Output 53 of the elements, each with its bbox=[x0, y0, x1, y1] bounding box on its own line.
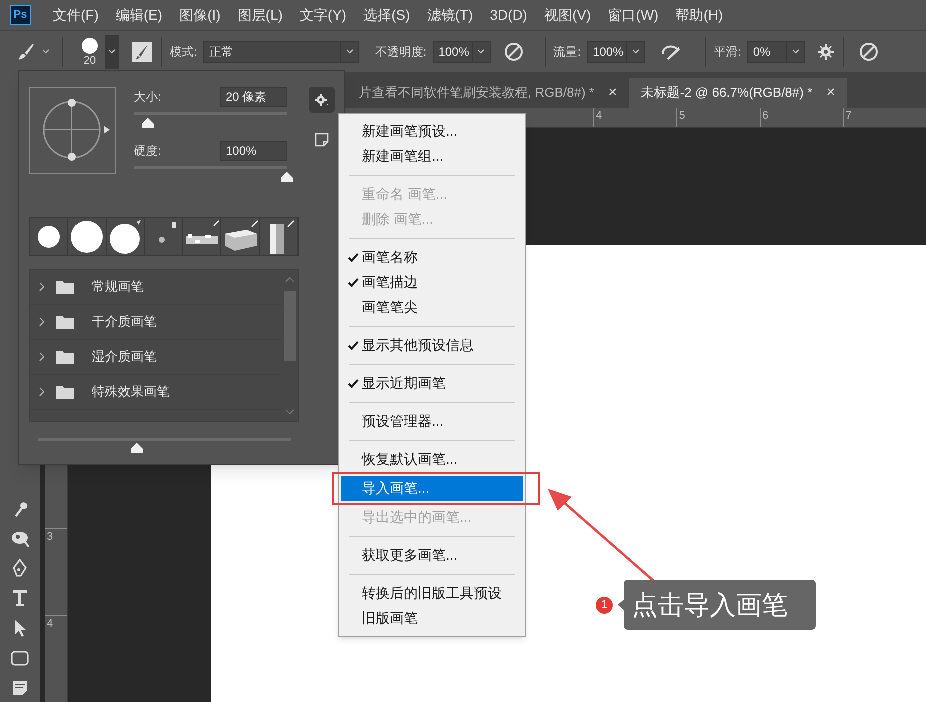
menu-item[interactable]: 恢复默认画笔... bbox=[341, 447, 523, 472]
menu-item[interactable]: 编辑(E) bbox=[116, 4, 163, 26]
value-dropdown[interactable]: 0% bbox=[747, 40, 806, 62]
menu-item[interactable]: 旧版画笔 bbox=[341, 606, 523, 631]
menu-item[interactable]: 新建画笔组... bbox=[341, 144, 523, 169]
menu-item[interactable]: 文字(Y) bbox=[300, 4, 347, 26]
menu-item[interactable]: 画笔笔尖 bbox=[341, 295, 523, 320]
brush-group-row[interactable]: 常规画笔 bbox=[30, 270, 282, 305]
menu-item[interactable]: 预设管理器... bbox=[341, 409, 523, 434]
value-dropdown[interactable]: 正常 bbox=[203, 40, 360, 62]
field-label: 大小: bbox=[134, 89, 162, 106]
menu-item[interactable]: 帮助(H) bbox=[676, 4, 724, 26]
ruler-number: 3 bbox=[45, 528, 67, 615]
value-field[interactable]: 20 像素 bbox=[220, 87, 287, 107]
menu-item[interactable]: 画笔名称 bbox=[341, 245, 523, 270]
menu-item[interactable]: 导入画笔... bbox=[341, 476, 523, 501]
field-label: 流量: bbox=[554, 44, 582, 60]
brush-size-text: 20 bbox=[84, 54, 96, 66]
brush-group-row[interactable]: 湿介质画笔 bbox=[30, 340, 282, 375]
brush-group-row[interactable]: 特殊效果画笔 bbox=[30, 375, 282, 410]
menu-item[interactable]: 新建画笔预设... bbox=[341, 119, 523, 144]
field-label: 平滑: bbox=[714, 44, 742, 60]
tab-close-button[interactable]: × bbox=[608, 82, 618, 104]
menu-item[interactable]: 图层(L) bbox=[238, 4, 283, 26]
brush-preset-picker[interactable]: 20 bbox=[75, 36, 105, 66]
document-tab[interactable]: 未标题-2 @ 66.7%(RGB/8#) * × bbox=[629, 78, 848, 108]
value-dropdown[interactable]: 100% bbox=[432, 40, 491, 62]
tab-close-button[interactable]: × bbox=[826, 82, 836, 104]
ruler-number: 4 bbox=[593, 108, 676, 127]
menu-item[interactable]: 显示近期画笔 bbox=[341, 371, 523, 396]
menu-item[interactable]: 获取更多画笔... bbox=[341, 543, 523, 568]
menu-item[interactable]: 滤镜(T) bbox=[427, 4, 474, 26]
menu-item[interactable]: 画笔描边 bbox=[341, 270, 523, 295]
menu-item[interactable]: 3D(D) bbox=[490, 4, 528, 26]
ruler-number: 7 bbox=[842, 108, 926, 127]
value-dropdown[interactable]: 100% bbox=[587, 40, 646, 62]
callout-label: 点击导入画笔 bbox=[624, 580, 816, 630]
menu-item[interactable]: 文件(F) bbox=[53, 4, 99, 26]
menu-item[interactable]: 窗口(W) bbox=[608, 4, 659, 26]
menu-item[interactable]: 视图(V) bbox=[544, 4, 592, 26]
field-label: 不透明度: bbox=[375, 44, 427, 60]
menu-item[interactable]: 图像(I) bbox=[180, 4, 221, 26]
ruler-number: 5 bbox=[676, 108, 760, 127]
menu-item[interactable]: 选择(S) bbox=[364, 4, 410, 26]
field-label: 硬度: bbox=[134, 143, 162, 160]
menu-item[interactable]: 显示其他预设信息 bbox=[341, 333, 523, 358]
menu-item[interactable]: 转换后的旧版工具预设 bbox=[341, 581, 523, 606]
brush-group-row[interactable]: 干介质画笔 bbox=[30, 305, 282, 340]
ruler-number: 6 bbox=[760, 108, 843, 127]
app-logo: Ps bbox=[10, 5, 31, 25]
value-field[interactable]: 100% bbox=[220, 141, 287, 161]
ruler-number: 4 bbox=[45, 615, 67, 702]
field-label: 模式: bbox=[170, 44, 198, 60]
